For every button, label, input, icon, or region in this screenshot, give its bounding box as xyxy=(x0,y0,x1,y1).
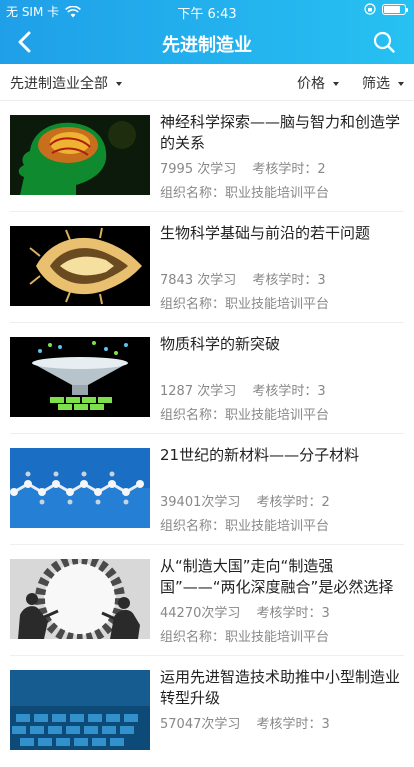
search-icon xyxy=(373,31,395,53)
course-title: 21世纪的新材料——分子材料 xyxy=(160,446,360,464)
caret-down-icon xyxy=(398,81,404,86)
course-org: 组织名称：职业技能培训平台 xyxy=(160,186,330,201)
course-hours: 考核学时：3 xyxy=(256,717,330,732)
category-filter[interactable]: 先进制造业全部 xyxy=(10,73,122,93)
battery-icon xyxy=(382,3,408,15)
screen-filter[interactable]: 筛选 xyxy=(362,73,404,93)
caret-down-icon xyxy=(333,81,339,86)
nav-bar: 先进制造业 xyxy=(0,20,414,64)
category-filter-label: 先进制造业全部 xyxy=(10,76,108,92)
screen-filter-label: 筛选 xyxy=(362,76,390,92)
status-right xyxy=(364,3,408,15)
course-hours: 考核学时：3 xyxy=(252,273,326,288)
price-sort[interactable]: 价格 xyxy=(297,73,339,93)
course-item[interactable]: 21世纪的新材料——分子材料 39401次学习 考核学时：2 组织名称：职业技能… xyxy=(0,434,414,545)
page-title: 先进制造业 xyxy=(162,35,252,56)
course-thumbnail xyxy=(10,448,150,528)
course-stats: 7995 次学习 考核学时：2 xyxy=(160,158,338,177)
course-thumbnail xyxy=(10,337,150,417)
course-stats: 57047次学习 考核学时：3 xyxy=(160,713,342,732)
course-org: 组织名称：职业技能培训平台 xyxy=(160,630,330,645)
course-title: 运用先进智造技术助推中小型制造业转型升级 xyxy=(160,668,401,707)
course-thumbnail xyxy=(10,115,150,195)
course-org: 组织名称：职业技能培训平台 xyxy=(160,519,330,534)
course-stats: 1287 次学习 考核学时：3 xyxy=(160,380,338,399)
course-title: 物质科学的新突破 xyxy=(160,335,281,353)
price-sort-label: 价格 xyxy=(297,76,325,92)
course-hours: 考核学时：3 xyxy=(256,606,330,621)
course-org: 组织名称：职业技能培训平台 xyxy=(160,408,330,423)
course-stats: 39401次学习 考核学时：2 xyxy=(160,491,342,510)
view-count: 44270次学习 xyxy=(160,606,241,621)
view-count: 39401次学习 xyxy=(160,495,241,510)
battery-level xyxy=(384,5,400,13)
status-bar: 无 SIM 卡 下午 6:43 xyxy=(0,0,414,22)
course-title: 生物科学基础与前沿的若干问题 xyxy=(160,224,371,242)
course-hours: 考核学时：2 xyxy=(256,495,330,510)
search-button[interactable] xyxy=(368,26,400,58)
course-thumbnail xyxy=(10,226,150,306)
course-org: 组织名称：职业技能培训平台 xyxy=(160,297,330,312)
view-count: 7843 次学习 xyxy=(160,273,237,288)
orientation-lock-icon xyxy=(364,3,376,15)
view-count: 57047次学习 xyxy=(160,717,241,732)
course-item[interactable]: 从“制造大国”走向“制造强国”——“两化深度融合”是必然选择 44270次学习 … xyxy=(0,545,414,656)
caret-down-icon xyxy=(116,81,122,86)
view-count: 7995 次学习 xyxy=(160,162,237,177)
top-bar: 无 SIM 卡 下午 6:43 先进制造业 xyxy=(0,0,414,64)
course-item[interactable]: 生物科学基础与前沿的若干问题 7843 次学习 考核学时：3 组织名称：职业技能… xyxy=(0,212,414,323)
filter-bar: 先进制造业全部 价格 筛选 xyxy=(0,64,414,101)
course-stats: 44270次学习 考核学时：3 xyxy=(160,602,342,621)
course-title: 神经科学探索——脑与智力和创造学的关系 xyxy=(160,113,401,152)
course-thumbnail xyxy=(10,670,150,750)
course-title: 从“制造大国”走向“制造强国”——“两化深度融合”是必然选择 xyxy=(160,557,394,596)
course-thumbnail xyxy=(10,559,150,639)
course-stats: 7843 次学习 考核学时：3 xyxy=(160,269,338,288)
course-item[interactable]: 运用先进智造技术助推中小型制造业转型升级 57047次学习 考核学时：3 xyxy=(0,656,414,767)
course-item[interactable]: 物质科学的新突破 1287 次学习 考核学时：3 组织名称：职业技能培训平台 xyxy=(0,323,414,434)
view-count: 1287 次学习 xyxy=(160,384,237,399)
course-hours: 考核学时：3 xyxy=(252,384,326,399)
course-item[interactable]: 神经科学探索——脑与智力和创造学的关系 7995 次学习 考核学时：2 组织名称… xyxy=(0,101,414,212)
course-hours: 考核学时：2 xyxy=(252,162,326,177)
